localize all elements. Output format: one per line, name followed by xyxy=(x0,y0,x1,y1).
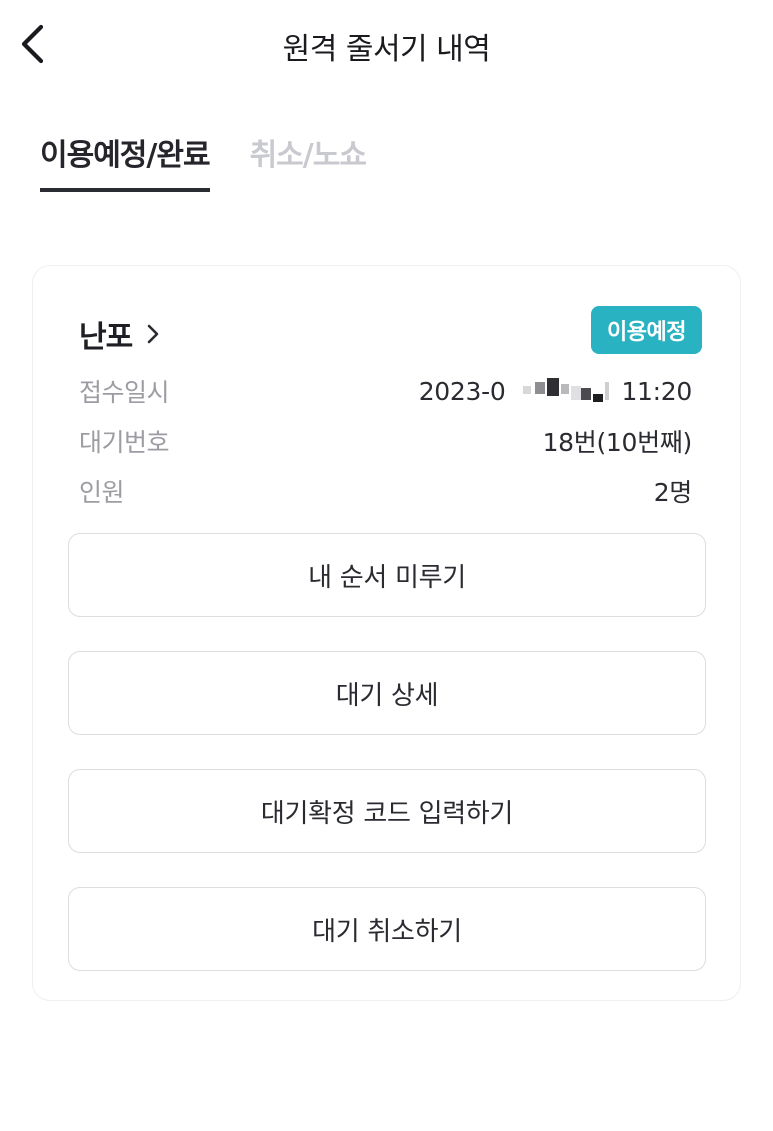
queue-number-label: 대기번호 xyxy=(79,428,170,457)
received-datetime-row: 접수일시 2023-0 11:20 xyxy=(79,371,692,411)
queue-number-value: 18번(10번째) xyxy=(542,428,693,457)
enter-confirm-code-button[interactable]: 대기확정 코드 입력하기 xyxy=(68,769,706,853)
redacted-mosaic xyxy=(513,378,613,404)
page-title: 원격 줄서기 내역 xyxy=(282,32,491,67)
header: 원격 줄서기 내역 xyxy=(0,0,773,90)
tab-cancelled-noshow[interactable]: 취소/노쇼 xyxy=(249,130,367,192)
status-badge: 이용예정 xyxy=(591,306,702,354)
received-datetime-label: 접수일시 xyxy=(79,378,170,407)
party-size-value: 2명 xyxy=(653,478,693,507)
tab-label: 취소/노쇼 xyxy=(249,138,367,173)
queue-number-row: 대기번호 18번(10번째) xyxy=(79,421,692,461)
received-datetime-value: 2023-0 11:20 xyxy=(418,376,693,406)
received-date: 2023-0 xyxy=(418,376,506,406)
tab-scheduled-completed[interactable]: 이용예정/완료 xyxy=(40,130,211,192)
postpone-turn-button[interactable]: 내 순서 미루기 xyxy=(68,533,706,617)
active-tab-indicator xyxy=(40,188,210,192)
party-size-row: 인원 2명 xyxy=(79,471,692,511)
store-name: 난포 xyxy=(79,320,133,355)
reservation-card: 난포 이용예정 접수일시 2023-0 11:20 대기번호 18번(10번째) xyxy=(32,265,741,1001)
party-size-label: 인원 xyxy=(79,478,125,507)
queue-detail-button[interactable]: 대기 상세 xyxy=(68,651,706,735)
chevron-right-icon xyxy=(147,324,159,344)
cancel-queue-button[interactable]: 대기 취소하기 xyxy=(68,887,706,971)
tab-label: 이용예정/완료 xyxy=(40,138,211,173)
received-time: 11:20 xyxy=(621,376,692,406)
tab-bar: 이용예정/완료 취소/노쇼 xyxy=(40,130,367,196)
store-link[interactable]: 난포 xyxy=(79,312,160,356)
